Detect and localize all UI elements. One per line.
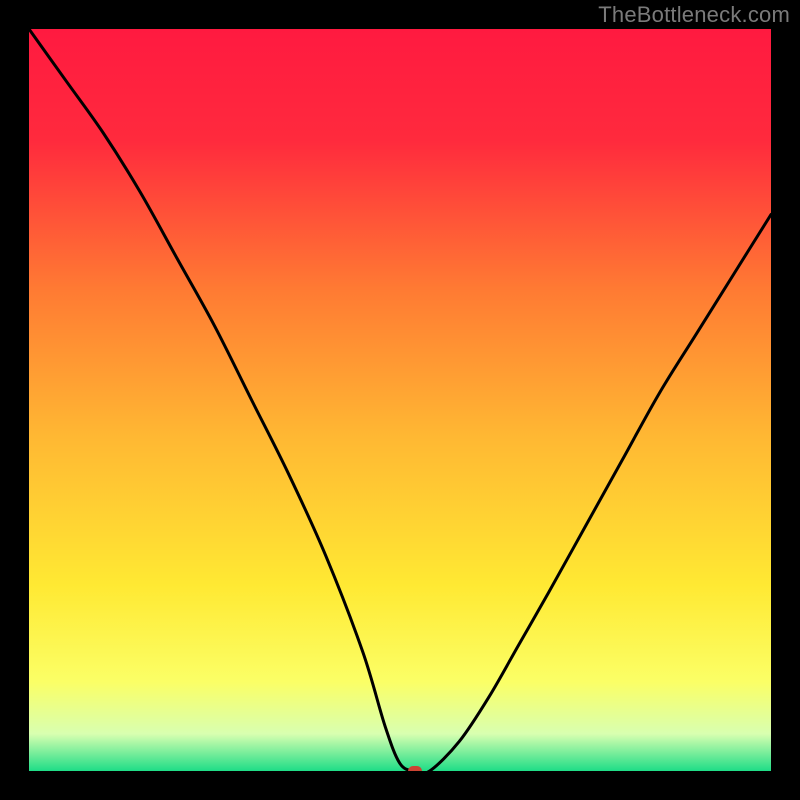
chart-frame: TheBottleneck.com xyxy=(0,0,800,800)
watermark-text: TheBottleneck.com xyxy=(598,2,790,28)
bottleneck-curve xyxy=(29,29,771,771)
plot-area xyxy=(29,29,771,771)
optimal-point-marker xyxy=(408,766,422,771)
